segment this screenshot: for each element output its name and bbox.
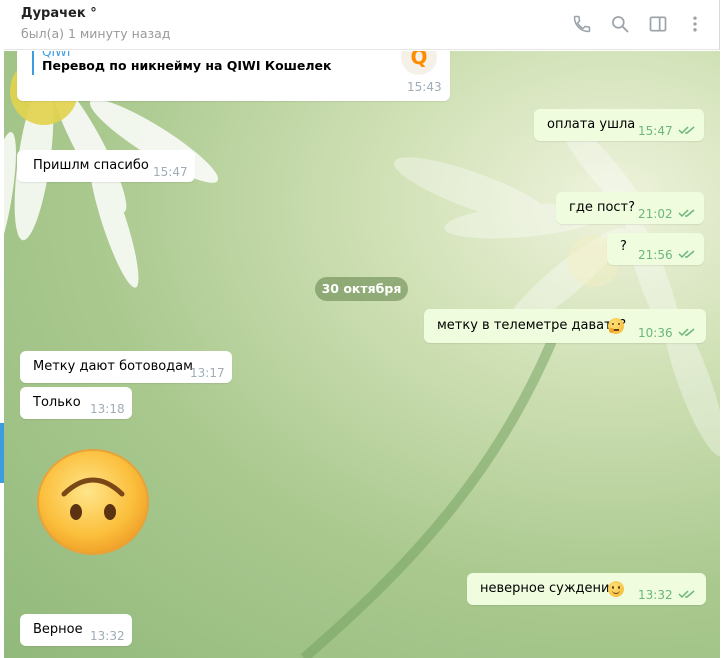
message-time: 13:17: [190, 366, 225, 380]
message-text: Верное: [33, 622, 83, 637]
message-outgoing[interactable]: оплата ушла 15:47: [534, 109, 704, 141]
peer-name[interactable]: Дурачек °: [21, 6, 97, 21]
message-outgoing[interactable]: метку в телеметре давать? 10:36: [424, 309, 706, 343]
message-outgoing[interactable]: где пост? 21:02: [556, 192, 704, 224]
double-check-icon: [678, 328, 695, 337]
phone-icon[interactable]: [570, 12, 594, 36]
message-time: 13:32: [638, 588, 673, 602]
thinking-face-icon: [608, 318, 624, 334]
message-incoming[interactable]: Пришлм спасибо 15:47: [17, 150, 195, 182]
message-text: где пост?: [569, 200, 636, 215]
message-outgoing[interactable]: ? 21:56: [607, 233, 704, 265]
qiwi-logo-letter: Q: [410, 51, 428, 69]
message-text: оплата ушла: [547, 117, 636, 132]
message-text: Пришлм спасибо: [33, 158, 149, 173]
message-text: ?: [620, 239, 627, 254]
message-incoming[interactable]: Только 13:18: [20, 387, 132, 419]
upside-down-face-icon[interactable]: [36, 448, 150, 556]
message-time: 13:18: [90, 402, 125, 416]
webpage-preview-bar: [32, 51, 34, 75]
chat-history[interactable]: QIWI Перевод по никнейму на QIWI Кошелек…: [4, 51, 720, 658]
qiwi-logo-icon: Q: [401, 51, 437, 75]
peer-status: был(а) 1 минуту назад: [21, 26, 171, 41]
message-time: 21:02: [638, 207, 673, 221]
message-outgoing[interactable]: неверное суждение 13:32: [467, 573, 706, 605]
double-check-icon: [678, 590, 695, 599]
double-check-icon: [678, 250, 695, 259]
message-time: 15:43: [407, 80, 442, 94]
message-incoming[interactable]: Верное 13:32: [20, 614, 132, 646]
message-time: 13:32: [90, 629, 125, 643]
more-vertical-icon[interactable]: [683, 12, 707, 36]
chat-header: Дурачек ° был(а) 1 минуту назад: [0, 0, 720, 50]
message-time: 15:47: [638, 124, 673, 138]
double-check-icon: [678, 209, 695, 218]
date-separator: 30 октября: [315, 277, 408, 301]
smiling-face-icon: [608, 581, 624, 597]
message-text: Метку дают ботоводам: [33, 359, 193, 374]
message-text: неверное суждение: [480, 581, 618, 596]
message-text: Только: [33, 395, 81, 410]
double-check-icon: [678, 126, 695, 135]
qiwi-description[interactable]: Перевод по никнейму на QIWI Кошелек: [42, 58, 332, 74]
sidebar-toggle-icon[interactable]: [646, 12, 670, 36]
message-incoming[interactable]: Метку дают ботоводам 13:17: [20, 351, 232, 383]
qiwi-payment-message[interactable]: QIWI Перевод по никнейму на QIWI Кошелек…: [17, 51, 450, 101]
message-text: метку в телеметре давать?: [437, 318, 627, 333]
message-time: 10:36: [638, 326, 673, 340]
message-time: 15:47: [153, 165, 188, 179]
message-time: 21:56: [638, 248, 673, 262]
search-icon[interactable]: [608, 12, 632, 36]
